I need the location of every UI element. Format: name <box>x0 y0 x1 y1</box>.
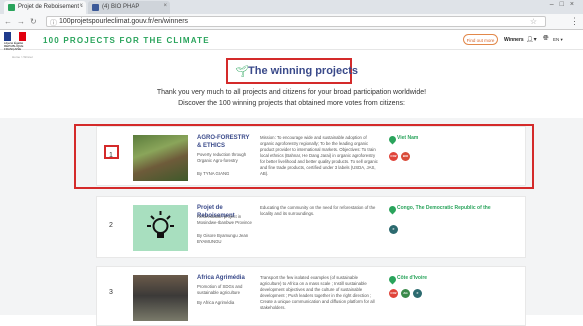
project-photo[interactable] <box>133 205 188 251</box>
intro-line-2: Discover the 100 winning projects that o… <box>178 100 405 107</box>
site-header: Liberté Égalité RÉPUBLIQUE FRANÇAISE 100 … <box>0 30 583 51</box>
browser-tab-active[interactable]: Projet de Reboisement - × <box>4 1 86 14</box>
intro-line-1: Thank you very much to all projects and … <box>156 89 427 96</box>
leaf-icon: 🌱︎ <box>235 66 249 78</box>
project-rank: 3 <box>109 289 113 296</box>
tab-close-icon[interactable]: × <box>79 3 83 9</box>
globe-icon[interactable]: 🌐︎ <box>543 35 549 43</box>
project-card[interactable]: 2 Projet de Reboisement Reforestation pr… <box>96 196 526 258</box>
url-text: 100projetspourleclimat.gouv.fr/en/winner… <box>59 18 189 25</box>
url-input[interactable]: ⓘ 100projetspourleclimat.gouv.fr/en/winn… <box>46 16 546 27</box>
french-flag-icon <box>4 32 26 41</box>
tab-label: Projet de Reboisement - <box>18 4 83 10</box>
nav-winners[interactable]: Winners <box>504 37 524 43</box>
tab-close-icon[interactable]: × <box>163 3 167 9</box>
co2-badge-icon: CO2 <box>389 289 398 298</box>
project-title[interactable]: Africa Agrimédia <box>197 275 255 283</box>
bookmark-star-icon[interactable]: ☆ <box>530 17 537 26</box>
project-author: By Africa Agrimédia <box>197 300 235 305</box>
logo-text: Liberté Égalité RÉPUBLIQUE FRANÇAISE <box>4 41 24 51</box>
page-title: The winning projects <box>248 65 359 77</box>
agriculture-badge-icon: AG <box>401 289 410 298</box>
user-icon[interactable]: 👤︎▾ <box>526 36 537 43</box>
forest-badge-icon: F <box>389 225 398 234</box>
highlight-rank-one <box>104 145 119 159</box>
address-bar-row: ← → ↻ ⓘ 100projetspourleclimat.gouv.fr/e… <box>0 14 583 30</box>
category-badges: F <box>389 225 398 234</box>
browser-tabbar: Projet de Reboisement - × (4) BIO PHAP ×… <box>0 0 583 14</box>
project-author: By Gisore Byamungu Jean BYAMUNGU <box>197 233 249 244</box>
site-title[interactable]: 100 PROJECTS FOR THE CLIMATE <box>43 36 210 45</box>
reload-icon[interactable]: ↻ <box>30 17 37 26</box>
window-controls[interactable]: –□× <box>550 1 580 8</box>
project-description: Educating the community on the need for … <box>260 205 376 216</box>
project-country: Congo, The Democratic Republic of the <box>397 205 491 211</box>
project-subtitle: Reforestation project in Mosindwe-Ibanbw… <box>197 214 252 225</box>
highlight-first-project <box>74 124 534 189</box>
page-title-box: 🌱︎ The winning projects <box>226 58 358 84</box>
browser-tab[interactable]: (4) BIO PHAP × <box>88 1 170 14</box>
lightbulb-icon <box>147 211 174 238</box>
breadcrumb[interactable]: Home > Winner <box>12 55 33 59</box>
browser-menu-icon[interactable]: ⋮ <box>570 16 579 27</box>
project-card[interactable]: 3 Africa Agrimédia Promotion of SDGs and… <box>96 266 526 326</box>
project-description: Transport the few isolated examples (of … <box>260 275 375 310</box>
back-icon[interactable]: ← <box>4 17 12 26</box>
language-selector[interactable]: EN ▾ <box>553 37 563 43</box>
facebook-favicon-icon <box>92 4 99 11</box>
project-photo[interactable] <box>133 275 188 321</box>
forest-badge-icon: F <box>413 289 422 298</box>
tab-label: (4) BIO PHAP <box>102 4 140 10</box>
project-country: Côte d'Ivoire <box>397 275 428 281</box>
project-rank: 2 <box>109 222 113 229</box>
republique-francaise-logo[interactable]: Liberté Égalité RÉPUBLIQUE FRANÇAISE <box>4 32 34 51</box>
page-info-icon[interactable]: ⓘ <box>50 18 57 28</box>
forward-icon[interactable]: → <box>17 17 25 26</box>
tab-favicon-icon <box>8 4 15 11</box>
find-out-more-button[interactable]: Find out more <box>463 34 498 45</box>
project-subtitle: Promotion of SDGs and sustainable agricu… <box>197 284 243 295</box>
category-badges: CO2 AG F <box>389 289 422 298</box>
